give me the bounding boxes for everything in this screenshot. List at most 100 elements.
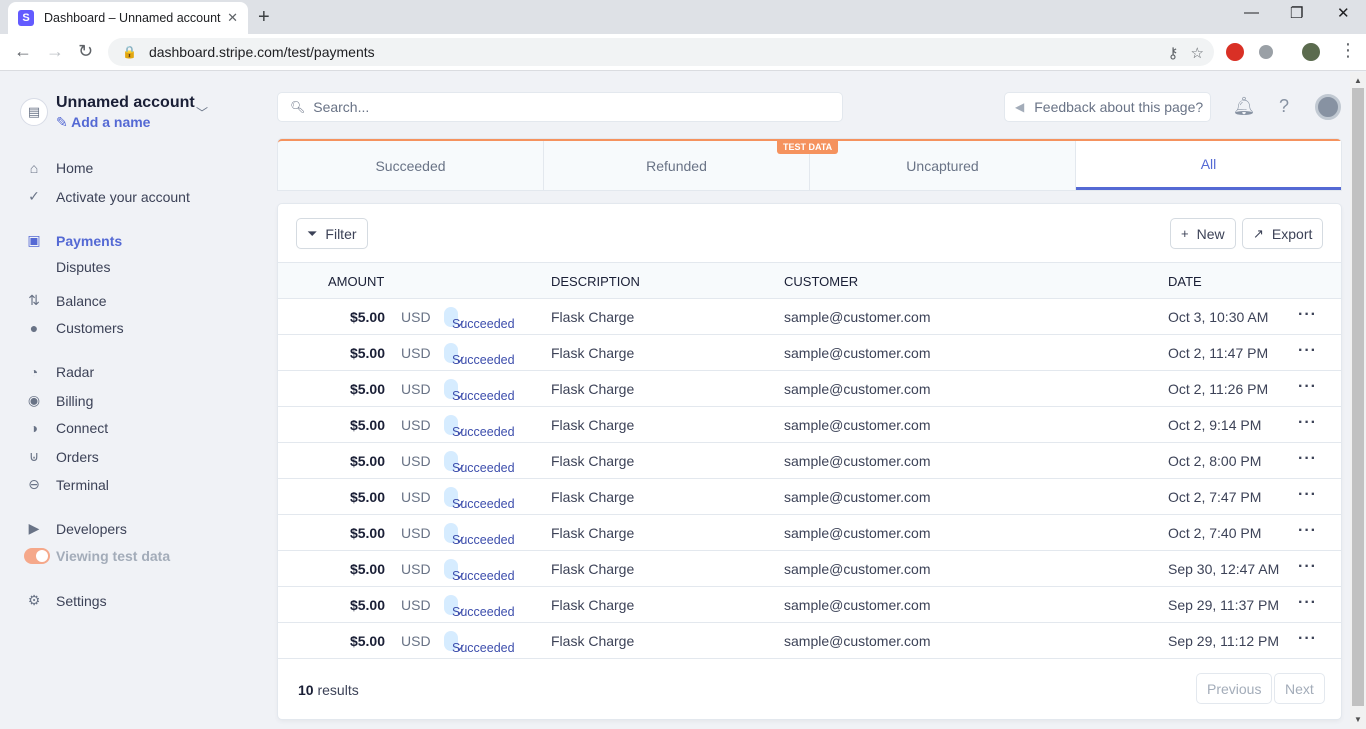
- more-actions-icon[interactable]: ···: [1298, 378, 1317, 396]
- customer-cell: sample@customer.com: [784, 309, 931, 325]
- export-button[interactable]: ↗ Export: [1243, 219, 1323, 248]
- browser-toolbar: ← → ↻ 🔒 dashboard.stripe.com/test/paymen…: [0, 34, 1366, 71]
- back-icon[interactable]: ←: [14, 41, 32, 62]
- tab-refunded[interactable]: Refunded: [544, 141, 810, 190]
- sidebar-item-billing[interactable]: ◉ Billing: [24, 392, 93, 409]
- more-actions-icon[interactable]: ···: [1298, 342, 1317, 360]
- restore-icon[interactable]: ❐: [1290, 4, 1303, 22]
- sidebar-item-orders[interactable]: ⊍ Orders: [24, 448, 99, 465]
- extension-icon[interactable]: [1259, 45, 1273, 59]
- table-row[interactable]: $5.00 USD Succeeded ✓ Flask Charge sample@cus…: [278, 299, 1341, 335]
- new-button[interactable]: + New: [1171, 219, 1235, 248]
- more-actions-icon[interactable]: ···: [1298, 486, 1317, 504]
- test-data-toggle[interactable]: Viewing test data: [24, 548, 170, 564]
- sidebar-item-home[interactable]: ⌂ Home: [24, 160, 94, 176]
- tab-all[interactable]: All: [1076, 141, 1341, 190]
- col-description[interactable]: DESCRIPTION: [551, 274, 640, 289]
- scroll-up-icon[interactable]: ▲: [1354, 76, 1362, 85]
- close-tab-icon[interactable]: ✕: [227, 10, 238, 26]
- more-actions-icon[interactable]: ···: [1298, 630, 1317, 648]
- chevron-down-icon[interactable]: ﹀: [196, 104, 208, 121]
- bookmark-star-icon[interactable]: ☆: [1191, 44, 1204, 62]
- date-cell: Oct 2, 8:00 PM: [1168, 453, 1262, 469]
- tab-succeeded[interactable]: Succeeded: [278, 141, 544, 190]
- new-label: New: [1196, 225, 1225, 242]
- profile-avatar[interactable]: [1302, 43, 1320, 61]
- sidebar-item-developers[interactable]: ▶ Developers: [24, 520, 127, 537]
- sidebar-item-balance[interactable]: ⇅ Balance: [24, 292, 106, 309]
- col-amount[interactable]: AMOUNT: [328, 274, 384, 289]
- forward-icon[interactable]: →: [46, 41, 64, 62]
- table-row[interactable]: $5.00 USD Succeeded ✓ Flask Charge sample@cus…: [278, 335, 1341, 371]
- col-customer[interactable]: CUSTOMER: [784, 274, 858, 289]
- scroll-down-icon[interactable]: ▼: [1354, 715, 1362, 724]
- customer-cell: sample@customer.com: [784, 489, 931, 505]
- payments-card: ⏷ Filter + New ↗ Export AMOUNT DESCRIPTION …: [278, 204, 1341, 719]
- account-avatar-icon[interactable]: [1315, 94, 1341, 120]
- table-row[interactable]: $5.00 USD Succeeded ✓ Flask Charge sample@cus…: [278, 371, 1341, 407]
- tab-title: Dashboard – Unnamed account –: [44, 11, 222, 25]
- page: ▤ Unnamed account ✎ Add a name ﹀ ⌂ Home ✓…: [0, 72, 1350, 729]
- check-icon: ✓: [456, 605, 467, 619]
- bell-icon[interactable]: 🔔︎: [1232, 94, 1256, 118]
- status-badge: Succeeded ✓: [444, 559, 515, 583]
- payments-icon: ▣: [27, 232, 41, 248]
- reload-icon[interactable]: ↻: [78, 41, 93, 62]
- page-scrollbar[interactable]: ▲ ▼: [1350, 72, 1366, 729]
- feedback-button[interactable]: ◀ Feedback about this page?: [1005, 93, 1210, 121]
- more-actions-icon[interactable]: ···: [1298, 414, 1317, 432]
- minimize-icon[interactable]: —: [1244, 4, 1259, 21]
- table-row[interactable]: $5.00 USD Succeeded ✓ Flask Charge sample@cus…: [278, 587, 1341, 623]
- export-arrow-icon: ↗: [1253, 225, 1264, 241]
- home-icon: ⌂: [29, 160, 39, 176]
- account-switcher[interactable]: ▤ Unnamed account ✎ Add a name ﹀: [20, 94, 208, 131]
- description-cell: Flask Charge: [551, 309, 635, 325]
- previous-button[interactable]: Previous: [1197, 674, 1272, 703]
- key-icon[interactable]: ⚷: [1168, 44, 1179, 62]
- add-name-link[interactable]: ✎ Add a name: [56, 114, 195, 131]
- description-cell: Flask Charge: [551, 561, 635, 577]
- table-row[interactable]: $5.00 USD Succeeded ✓ Flask Charge sample@cus…: [278, 479, 1341, 515]
- table-row[interactable]: $5.00 USD Succeeded ✓ Flask Charge sample@cus…: [278, 443, 1341, 479]
- browser-tab[interactable]: S Dashboard – Unnamed account – ✕: [8, 2, 248, 34]
- toggle-switch[interactable]: [24, 548, 50, 564]
- filter-button[interactable]: ⏷ Filter: [297, 219, 367, 248]
- more-actions-icon[interactable]: ···: [1298, 450, 1317, 468]
- search-input[interactable]: 🔍︎ Search...: [278, 93, 842, 121]
- adblock-extension-icon[interactable]: [1226, 43, 1244, 61]
- table-row[interactable]: $5.00 USD Succeeded ✓ Flask Charge sample@cus…: [278, 515, 1341, 551]
- sidebar-item-disputes[interactable]: Disputes: [56, 259, 110, 275]
- results-count: 10 results: [298, 682, 359, 698]
- sidebar-item-radar[interactable]: ◔ Radar: [24, 364, 94, 380]
- address-bar[interactable]: 🔒 dashboard.stripe.com/test/payments ⚷ ☆: [108, 38, 1214, 66]
- col-date[interactable]: DATE: [1168, 274, 1202, 289]
- sidebar-item-terminal[interactable]: ⊖ Terminal: [24, 476, 109, 493]
- table-row[interactable]: $5.00 USD Succeeded ✓ Flask Charge sample@cus…: [278, 407, 1341, 443]
- currency-cell: USD: [401, 597, 431, 613]
- table-row[interactable]: $5.00 USD Succeeded ✓ Flask Charge sample@cus…: [278, 623, 1341, 659]
- table-row[interactable]: $5.00 USD Succeeded ✓ Flask Charge sample@cus…: [278, 551, 1341, 587]
- new-tab-icon[interactable]: +: [258, 6, 270, 29]
- sidebar-item-customers[interactable]: ● Customers: [24, 320, 124, 336]
- tab-uncaptured[interactable]: Uncaptured: [810, 141, 1076, 190]
- date-cell: Oct 3, 10:30 AM: [1168, 309, 1269, 325]
- currency-cell: USD: [401, 345, 431, 361]
- more-actions-icon[interactable]: ···: [1298, 522, 1317, 540]
- customer-cell: sample@customer.com: [784, 345, 931, 361]
- more-actions-icon[interactable]: ···: [1298, 558, 1317, 576]
- developers-icon: ▶: [28, 520, 40, 536]
- more-actions-icon[interactable]: ···: [1298, 306, 1317, 324]
- help-icon[interactable]: ?: [1272, 94, 1296, 118]
- pencil-icon: ✎: [56, 114, 68, 130]
- amount-cell: $5.00: [349, 345, 385, 361]
- sidebar-item-settings[interactable]: ⚙ Settings: [24, 592, 107, 609]
- customer-cell: sample@customer.com: [784, 381, 931, 397]
- sidebar-item-activate[interactable]: ✓ Activate your account: [24, 188, 190, 205]
- browser-menu-icon[interactable]: ⋮: [1339, 40, 1357, 61]
- more-actions-icon[interactable]: ···: [1298, 594, 1317, 612]
- sidebar-item-connect[interactable]: ◑ Connect: [24, 420, 108, 436]
- sidebar-item-payments[interactable]: ▣ Payments: [24, 232, 122, 249]
- next-button[interactable]: Next: [1275, 674, 1324, 703]
- close-window-icon[interactable]: ✕: [1337, 4, 1350, 22]
- scrollbar-thumb[interactable]: [1352, 88, 1364, 706]
